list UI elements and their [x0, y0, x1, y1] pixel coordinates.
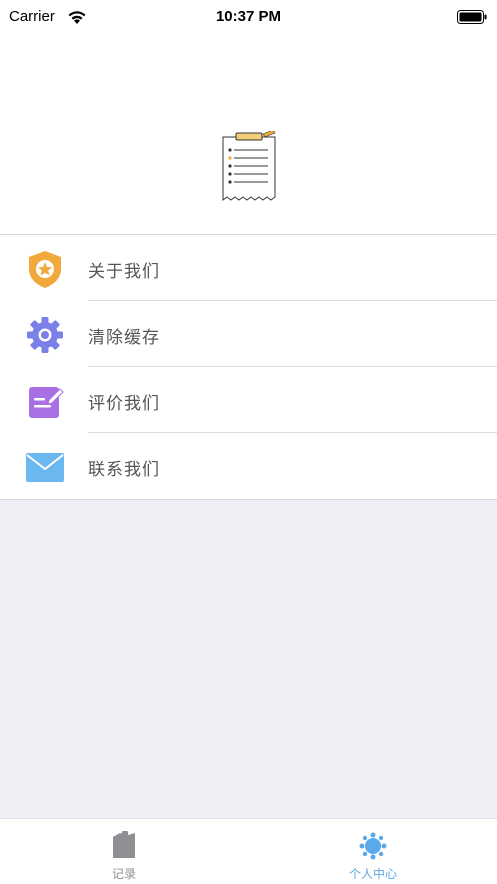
shield-star-icon	[29, 251, 61, 288]
tab-label: 记录	[111, 867, 136, 881]
menu-item-clear-cache[interactable]: 清除缓存	[0, 301, 497, 367]
status-time: 10:37 PM	[215, 8, 282, 25]
tab-profile-center[interactable]: 个人中心	[249, 819, 497, 884]
menu-item-label: 关于我们	[88, 262, 160, 282]
tab-label: 个人中心	[348, 867, 397, 881]
records-icon	[113, 831, 135, 858]
profile-header	[0, 36, 497, 234]
battery-icon	[457, 10, 487, 24]
menu-item-label: 联系我们	[88, 460, 160, 480]
menu-item-rate-us[interactable]: 评价我们	[0, 367, 497, 433]
mail-icon	[26, 453, 64, 482]
menu-item-label: 评价我们	[88, 394, 160, 414]
status-bar: Carrier 10:37 PM	[0, 0, 497, 36]
settings-menu: 关于我们 清除缓存 评价我们 联系我们	[0, 234, 497, 500]
profile-center-icon	[359, 832, 387, 860]
edit-note-icon	[29, 387, 64, 418]
menu-item-contact-us[interactable]: 联系我们	[0, 433, 497, 499]
tab-bar: 记录 个人中心	[0, 818, 497, 884]
notepad-icon	[222, 131, 276, 201]
menu-item-label: 清除缓存	[88, 328, 160, 348]
menu-item-about-us[interactable]: 关于我们	[0, 235, 497, 301]
gear-icon	[27, 317, 63, 353]
tab-records[interactable]: 记录	[0, 819, 248, 884]
